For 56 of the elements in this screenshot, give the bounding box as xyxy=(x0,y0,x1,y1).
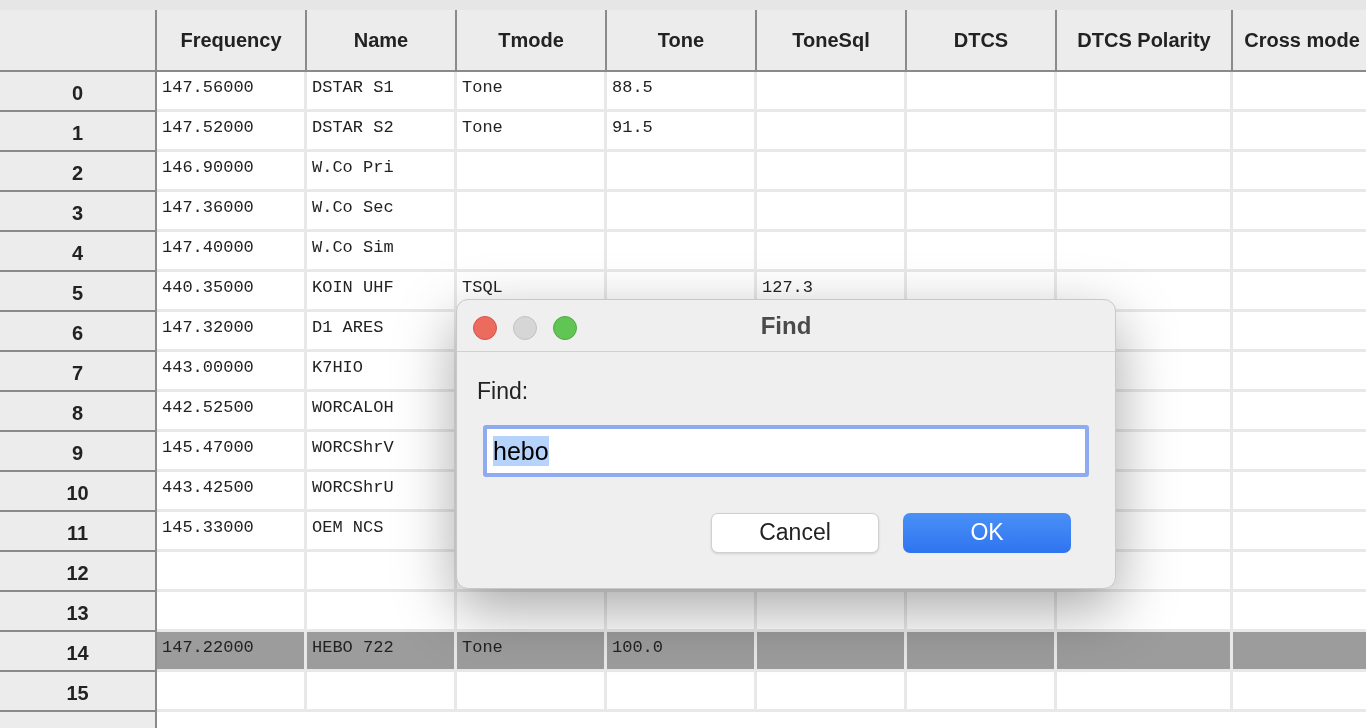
table-cell: KOIN UHF xyxy=(307,272,457,312)
row-header[interactable]: 12 xyxy=(0,552,157,592)
table-cell: 147.32000 xyxy=(157,312,307,352)
table-cell: 88.5 xyxy=(607,72,757,112)
row-header[interactable]: 0 xyxy=(0,72,157,112)
table-cell: 100.0 xyxy=(607,632,757,672)
table-cell: WORCShrU xyxy=(307,472,457,512)
table-cell: 91.5 xyxy=(607,112,757,152)
row-header[interactable]: 13 xyxy=(0,592,157,632)
dialog-title: Find xyxy=(760,310,812,341)
row-header[interactable]: 4 xyxy=(0,232,157,272)
table-cell: 146.90000 xyxy=(157,152,307,192)
table-cell: Tone xyxy=(457,72,607,112)
table-cell: W.Co Sim xyxy=(307,232,457,272)
row-header[interactable]: 11 xyxy=(0,512,157,552)
table-cell: WORCShrV xyxy=(307,432,457,472)
table-cell: DSTAR S2 xyxy=(307,112,457,152)
row-header[interactable]: 10 xyxy=(0,472,157,512)
row-header[interactable]: 7 xyxy=(0,352,157,392)
table-cell: 147.36000 xyxy=(157,192,307,232)
row-header[interactable]: 5 xyxy=(0,272,157,312)
table-cell: 147.52000 xyxy=(157,112,307,152)
table-cell: HEBO 722 xyxy=(307,632,457,672)
row-header[interactable]: 15 xyxy=(0,672,157,712)
cancel-button[interactable]: Cancel xyxy=(711,512,879,553)
table-cell: WORCALOH xyxy=(307,392,457,432)
table-cell: 443.00000 xyxy=(157,352,307,392)
table-cell: 443.42500 xyxy=(157,472,307,512)
table-cell: 147.22000 xyxy=(157,632,307,672)
close-icon[interactable] xyxy=(473,316,497,340)
table-cell: 145.33000 xyxy=(157,512,307,552)
table-cell: D1 ARES xyxy=(307,312,457,352)
row-header[interactable]: 3 xyxy=(0,192,157,232)
minimize-icon xyxy=(513,316,537,340)
table-cell: 145.47000 xyxy=(157,432,307,472)
table-cell: W.Co Sec xyxy=(307,192,457,232)
ok-button[interactable]: OK xyxy=(903,512,1071,553)
table-cell: DSTAR S1 xyxy=(307,72,457,112)
row-header[interactable]: 1 xyxy=(0,112,157,152)
table-cell: 442.52500 xyxy=(157,392,307,432)
table-cell: Tone xyxy=(457,632,607,672)
find-input-field[interactable]: hebo xyxy=(483,424,1089,477)
table-cell: W.Co Pri xyxy=(307,152,457,192)
table-cell: 147.40000 xyxy=(157,232,307,272)
row-header[interactable]: 8 xyxy=(0,392,157,432)
table-cell: OEM NCS xyxy=(307,512,457,552)
row-header[interactable]: 6 xyxy=(0,312,157,352)
table-cell: 147.56000 xyxy=(157,72,307,112)
table-cell: 440.35000 xyxy=(157,272,307,312)
table-cell: Tone xyxy=(457,112,607,152)
row-header[interactable]: 14 xyxy=(0,632,157,672)
row-header[interactable]: 2 xyxy=(0,152,157,192)
zoom-icon[interactable] xyxy=(553,316,577,340)
table-cell: K7HIO xyxy=(307,352,457,392)
row-header[interactable]: 9 xyxy=(0,432,157,472)
find-label: Find: xyxy=(477,378,529,404)
